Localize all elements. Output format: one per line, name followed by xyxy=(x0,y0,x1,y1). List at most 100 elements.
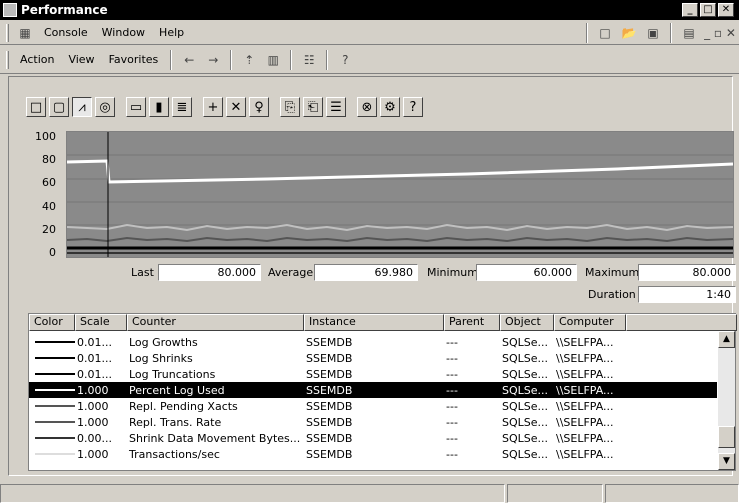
parent-cell: --- xyxy=(446,367,458,381)
separator xyxy=(230,49,233,70)
computer-cell: \\SELFPA... xyxy=(556,415,614,429)
parent-cell: --- xyxy=(446,399,458,413)
column-header-scale[interactable]: Scale xyxy=(75,314,127,331)
color-swatch xyxy=(35,437,75,439)
copy-properties-icon[interactable]: ⎘ xyxy=(280,97,300,117)
menu-favorites[interactable]: Favorites xyxy=(102,53,166,66)
computer-cell: \\SELFPA... xyxy=(556,335,614,349)
up-folder-icon[interactable]: ⇡ xyxy=(239,51,259,69)
instance-cell: SSEMDB xyxy=(306,335,353,349)
color-swatch xyxy=(35,421,75,423)
color-swatch xyxy=(35,405,75,407)
computer-cell: \\SELFPA... xyxy=(556,383,614,397)
properties-icon[interactable]: ▤ xyxy=(679,24,699,42)
performance-app-icon xyxy=(3,3,17,17)
window-title: Performance xyxy=(21,3,108,17)
instance-cell: SSEMDB xyxy=(306,399,353,413)
table-row[interactable]: 1.000 Percent Log Used SSEMDB --- SQLSe... \\… xyxy=(29,382,717,398)
title-bar[interactable]: Performance xyxy=(0,0,739,20)
table-row[interactable]: 0.01... Log Growths SSEMDB --- SQLSe... \\SEL… xyxy=(29,334,717,350)
save-icon[interactable]: ▣ xyxy=(643,24,663,42)
table-row[interactable]: 0.01... Log Shrinks SSEMDB --- SQLSe... \\SEL… xyxy=(29,350,717,366)
new-counter-set-icon[interactable]: □ xyxy=(26,97,46,117)
properties-icon[interactable]: ☰ xyxy=(326,97,346,117)
update-data-icon[interactable]: ⚙ xyxy=(380,97,400,117)
separator xyxy=(290,49,293,70)
graph-canvas xyxy=(67,132,733,257)
export-icon[interactable]: ☷ xyxy=(299,51,319,69)
separator xyxy=(586,22,588,43)
instance-cell: SSEMDB xyxy=(306,351,353,365)
counter-list-scrollbar[interactable]: ▲ ▼ xyxy=(718,331,735,470)
counter-cell: Log Truncations xyxy=(129,367,216,381)
menu-view[interactable]: View xyxy=(61,53,101,66)
open-icon[interactable]: 📂 xyxy=(619,24,639,42)
scroll-thumb[interactable] xyxy=(718,426,735,448)
forward-icon[interactable]: → xyxy=(203,51,223,69)
parent-cell: --- xyxy=(446,431,458,445)
scale-cell: 1.000 xyxy=(77,415,109,429)
table-row[interactable]: 1.000 Transactions/sec SSEMDB --- SQLSe... \\… xyxy=(29,446,717,462)
object-cell: SQLSe... xyxy=(502,415,549,429)
menu-window[interactable]: Window xyxy=(95,26,152,39)
column-header-parent[interactable]: Parent xyxy=(444,314,500,331)
maximize-button[interactable]: □ xyxy=(700,3,716,17)
view-graph-icon[interactable]: ▭ xyxy=(126,97,146,117)
scroll-down-icon[interactable]: ▼ xyxy=(718,453,735,470)
column-header-instance[interactable]: Instance xyxy=(304,314,444,331)
freeze-display-icon[interactable]: ⊗ xyxy=(357,97,377,117)
duration-value: 1:40 xyxy=(638,286,736,303)
object-cell: SQLSe... xyxy=(502,431,549,445)
back-icon[interactable]: ← xyxy=(179,51,199,69)
help-icon[interactable]: ? xyxy=(335,51,355,69)
separator xyxy=(326,49,329,70)
counter-list[interactable]: Color Scale Counter Instance Parent Obje… xyxy=(28,313,737,471)
new-icon[interactable]: □ xyxy=(595,24,615,42)
computer-cell: \\SELFPA... xyxy=(556,367,614,381)
table-row[interactable]: 1.000 Repl. Trans. Rate SSEMDB --- SQLSe... \… xyxy=(29,414,717,430)
view-log-data-icon[interactable]: ◎ xyxy=(95,97,115,117)
column-header-counter[interactable]: Counter xyxy=(127,314,304,331)
column-header-object[interactable]: Object xyxy=(500,314,554,331)
help-icon[interactable]: ? xyxy=(403,97,423,117)
table-row[interactable]: 0.01... Log Truncations SSEMDB --- SQLSe... \… xyxy=(29,366,717,382)
show-tree-icon[interactable]: ▥ xyxy=(263,51,283,69)
counter-cell: Transactions/sec xyxy=(129,447,220,461)
maximum-label: Maximum xyxy=(585,266,640,279)
toolbar-grip xyxy=(6,50,9,69)
console-icon: ▦ xyxy=(19,25,31,40)
separator xyxy=(670,22,672,43)
color-cell xyxy=(29,373,75,375)
instance-cell: SSEMDB xyxy=(306,431,353,445)
parent-cell: --- xyxy=(446,447,458,461)
table-row[interactable]: 0.00... Shrink Data Movement Bytes... SSEM… xyxy=(29,430,717,446)
paste-counter-list-icon[interactable]: ⎗ xyxy=(303,97,323,117)
performance-graph[interactable] xyxy=(66,131,734,258)
scroll-up-icon[interactable]: ▲ xyxy=(718,331,735,348)
duration-label: Duration xyxy=(588,288,636,301)
mdi-window-controls[interactable]: _ ▫ ✕ xyxy=(703,24,737,42)
add-counter-icon[interactable]: + xyxy=(203,97,223,117)
menu-help[interactable]: Help xyxy=(152,26,191,39)
menu-action[interactable]: Action xyxy=(13,53,61,66)
counter-list-header: Color Scale Counter Instance Parent Obje… xyxy=(29,314,737,331)
view-histogram-icon[interactable]: ▮ xyxy=(149,97,169,117)
column-header-color[interactable]: Color xyxy=(29,314,75,331)
table-row[interactable]: 1.000 Repl. Pending Xacts SSEMDB --- SQLSe..… xyxy=(29,398,717,414)
instance-cell: SSEMDB xyxy=(306,447,353,461)
scale-cell: 1.000 xyxy=(77,399,109,413)
delete-counter-icon[interactable]: ✕ xyxy=(226,97,246,117)
view-current-activity-icon[interactable]: ⩘ xyxy=(72,97,92,117)
y-tick: 40 xyxy=(42,200,56,213)
highlight-icon[interactable]: ♀ xyxy=(249,97,269,117)
counter-cell: Log Shrinks xyxy=(129,351,193,365)
object-cell: SQLSe... xyxy=(502,383,549,397)
minimum-label: Minimum xyxy=(427,266,478,279)
computer-cell: \\SELFPA... xyxy=(556,399,614,413)
minimize-button[interactable]: _ xyxy=(682,3,698,17)
column-header-computer[interactable]: Computer xyxy=(554,314,626,331)
close-button[interactable]: ✕ xyxy=(718,3,734,17)
clear-display-icon[interactable]: ▢ xyxy=(49,97,69,117)
view-report-icon[interactable]: ≣ xyxy=(172,97,192,117)
menu-console[interactable]: Console xyxy=(37,26,95,39)
